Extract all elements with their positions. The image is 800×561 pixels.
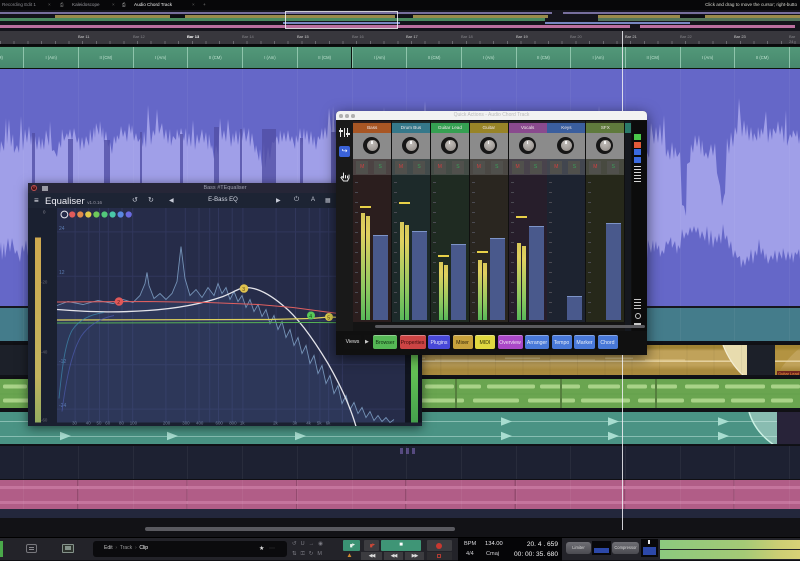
- svg-text:5: 5: [327, 315, 330, 321]
- svg-text:-60: -60: [41, 417, 48, 422]
- svg-text:0: 0: [43, 209, 46, 214]
- svg-text:4: 4: [309, 313, 312, 319]
- svg-text:2: 2: [117, 299, 120, 305]
- svg-text:-20: -20: [41, 279, 48, 284]
- svg-text:3: 3: [242, 286, 245, 292]
- svg-text:12: 12: [59, 270, 65, 276]
- svg-text:24: 24: [59, 225, 65, 231]
- svg-text:-40: -40: [41, 349, 48, 354]
